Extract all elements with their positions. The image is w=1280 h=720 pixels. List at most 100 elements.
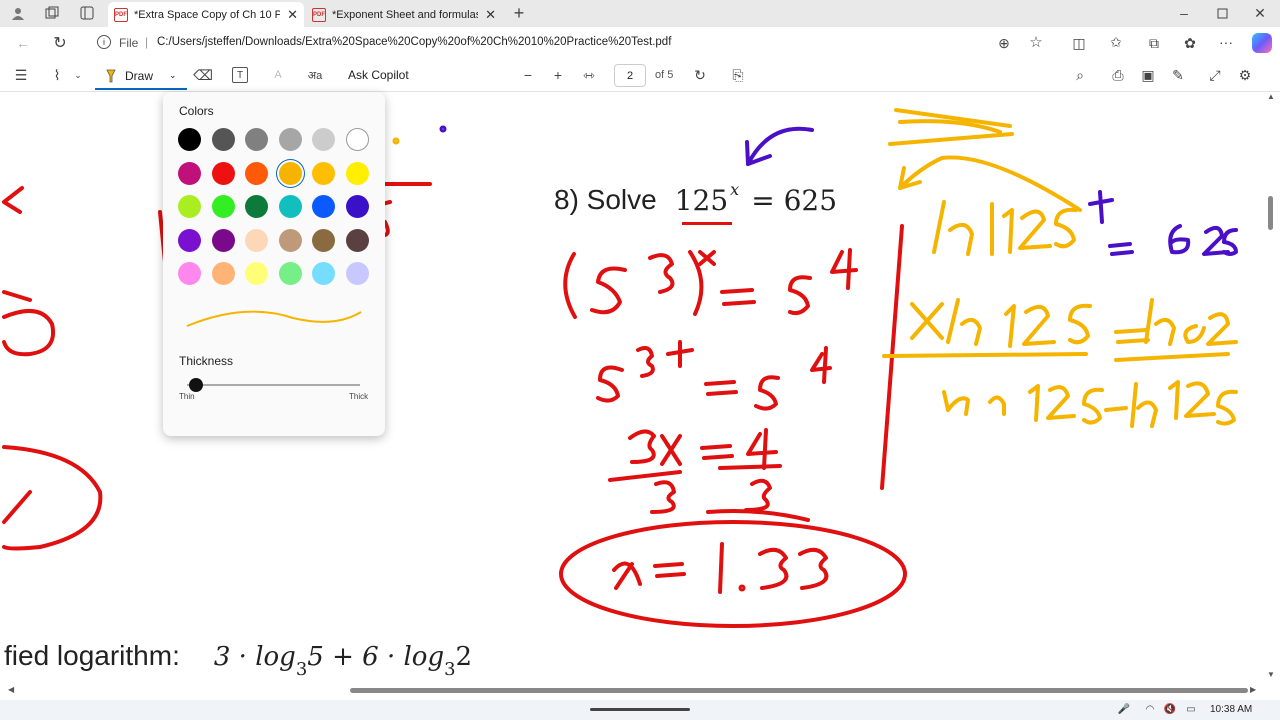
color-swatch[interactable] — [245, 161, 268, 185]
tab-close-icon[interactable]: ✕ — [287, 7, 298, 23]
horizontal-scrollbar[interactable]: ◀ ▶ — [0, 684, 1266, 698]
scheme-label: File — [119, 36, 139, 50]
color-swatch[interactable] — [211, 161, 235, 185]
address-bar: ← ↻ i File | C:/Users/jsteffen/Downloads… — [0, 27, 1280, 59]
color-swatch[interactable] — [178, 228, 201, 252]
workspaces-icon[interactable] — [44, 5, 60, 21]
ask-copilot-button[interactable]: Ask Copilot — [348, 68, 409, 82]
home-indicator — [590, 708, 690, 711]
favorites-icon[interactable]: ✩ — [1108, 34, 1124, 50]
chevron-down-icon[interactable]: ⌄ — [169, 70, 177, 81]
read-aloud-icon[interactable]: A — [270, 67, 286, 83]
search-icon[interactable]: ⌕ — [1072, 67, 1088, 83]
favorite-star-icon[interactable]: ☆ — [1028, 34, 1044, 51]
tab-exponent-sheet[interactable]: PDF *Exponent Sheet and formulas - ✕ — [306, 2, 502, 27]
color-swatch[interactable] — [278, 195, 302, 218]
fit-width-icon[interactable]: ⇿ — [581, 67, 597, 83]
color-swatch[interactable] — [178, 128, 201, 151]
color-swatch[interactable] — [211, 262, 235, 285]
profile-icon[interactable] — [10, 5, 26, 21]
volume-muted-icon[interactable]: 🔇 — [1163, 702, 1177, 716]
log-term-a: 3 · log — [213, 642, 296, 672]
highlight-icon[interactable]: ⌇ — [49, 67, 65, 83]
tab-active-pdf[interactable]: PDF *Extra Space Copy of Ch 10 Practice … — [108, 2, 304, 27]
color-swatch[interactable] — [211, 128, 235, 151]
color-swatch[interactable] — [178, 161, 201, 185]
extensions-icon[interactable]: ✿ — [1182, 35, 1198, 51]
draw-button[interactable]: Draw ⌄ — [95, 63, 187, 90]
contents-icon[interactable]: ☰ — [13, 67, 29, 83]
color-swatch[interactable] — [312, 161, 335, 185]
color-swatch[interactable] — [312, 128, 335, 151]
settings-gear-icon[interactable]: ⚙ — [1237, 67, 1253, 83]
color-swatch[interactable] — [312, 228, 335, 252]
text-box-icon[interactable]: T — [232, 67, 248, 83]
stroke-preview — [186, 310, 362, 327]
color-swatch[interactable] — [245, 262, 268, 285]
thickness-slider[interactable] — [187, 384, 360, 386]
zoom-out-icon[interactable]: − — [520, 67, 536, 83]
scrollbar-thumb[interactable] — [1268, 196, 1273, 230]
refresh-icon[interactable]: ↻ — [51, 34, 69, 52]
color-swatch[interactable] — [312, 195, 335, 218]
battery-icon[interactable]: ▭ — [1184, 702, 1198, 716]
thin-label: Thin — [179, 392, 195, 401]
color-swatch[interactable] — [245, 195, 268, 218]
color-swatch[interactable] — [245, 128, 268, 151]
draw-options-popup: Colors Thickness Thin Thick — [163, 92, 385, 436]
vertical-scrollbar[interactable]: ▲ ▼ — [1266, 92, 1276, 684]
color-swatch[interactable] — [345, 195, 369, 218]
wifi-icon[interactable]: ◠ — [1143, 702, 1157, 716]
rotate-icon[interactable]: ↻ — [692, 67, 708, 83]
thick-label: Thick — [349, 392, 369, 401]
url-text[interactable]: C:/Users/jsteffen/Downloads/Extra%20Spac… — [157, 36, 671, 48]
scroll-right-icon[interactable]: ▶ — [1250, 685, 1256, 694]
page-view-icon[interactable]: ⎘ — [730, 67, 746, 83]
color-swatch[interactable] — [245, 228, 268, 252]
fullscreen-icon[interactable]: ⤢ — [1207, 67, 1223, 83]
color-swatch[interactable] — [278, 262, 302, 285]
copilot-icon[interactable] — [1252, 33, 1272, 53]
minimize-icon[interactable]: – — [1176, 4, 1192, 22]
color-swatch[interactable] — [345, 228, 369, 252]
color-swatch[interactable] — [211, 228, 235, 252]
color-swatch[interactable] — [178, 195, 201, 218]
page-number-input[interactable]: 2 — [614, 64, 646, 87]
color-swatch[interactable] — [178, 262, 201, 285]
maximize-icon[interactable] — [1214, 4, 1230, 22]
color-swatch[interactable] — [345, 262, 369, 285]
more-menu-icon[interactable]: ··· — [1218, 34, 1234, 50]
eraser-icon[interactable]: ⌫ — [193, 67, 213, 83]
color-swatch[interactable] — [278, 161, 302, 185]
save-icon[interactable]: ▣ — [1140, 67, 1156, 83]
zoom-icon[interactable]: ⊕ — [996, 35, 1012, 51]
color-swatch[interactable] — [345, 128, 369, 151]
print-icon[interactable]: ⎙ — [1110, 67, 1126, 83]
thickness-slider-thumb[interactable] — [188, 378, 203, 392]
color-swatch[interactable] — [345, 161, 369, 185]
translate-icon[interactable]: अa — [306, 67, 324, 83]
draw-label: Draw — [125, 68, 154, 83]
split-screen-icon[interactable]: ◫ — [1071, 35, 1087, 51]
chevron-down-icon[interactable]: ⌄ — [72, 68, 84, 82]
scroll-up-icon[interactable]: ▲ — [1267, 92, 1275, 101]
color-swatch[interactable] — [312, 262, 335, 285]
save-as-icon[interactable]: ✎ — [1170, 67, 1186, 83]
vertical-tabs-icon[interactable] — [79, 5, 95, 21]
tab-close-icon[interactable]: ✕ — [485, 7, 496, 23]
color-swatch[interactable] — [278, 128, 302, 151]
collections-icon[interactable]: ⧉ — [1146, 35, 1162, 51]
zoom-in-icon[interactable]: + — [550, 67, 566, 83]
scroll-down-icon[interactable]: ▼ — [1267, 670, 1275, 679]
scroll-left-icon[interactable]: ◀ — [8, 685, 14, 694]
close-window-icon[interactable]: ✕ — [1252, 4, 1268, 22]
microphone-icon[interactable]: 🎤 — [1118, 702, 1130, 716]
equation-rhs: = 625 — [751, 184, 838, 217]
info-icon[interactable]: i — [97, 35, 111, 49]
new-tab-icon[interactable]: + — [510, 3, 528, 23]
color-swatch[interactable] — [211, 195, 235, 218]
back-icon[interactable]: ← — [14, 34, 32, 52]
tab-title: *Exponent Sheet and formulas - — [332, 8, 478, 21]
color-swatch[interactable] — [278, 228, 302, 252]
scrollbar-thumb[interactable] — [350, 688, 1248, 693]
